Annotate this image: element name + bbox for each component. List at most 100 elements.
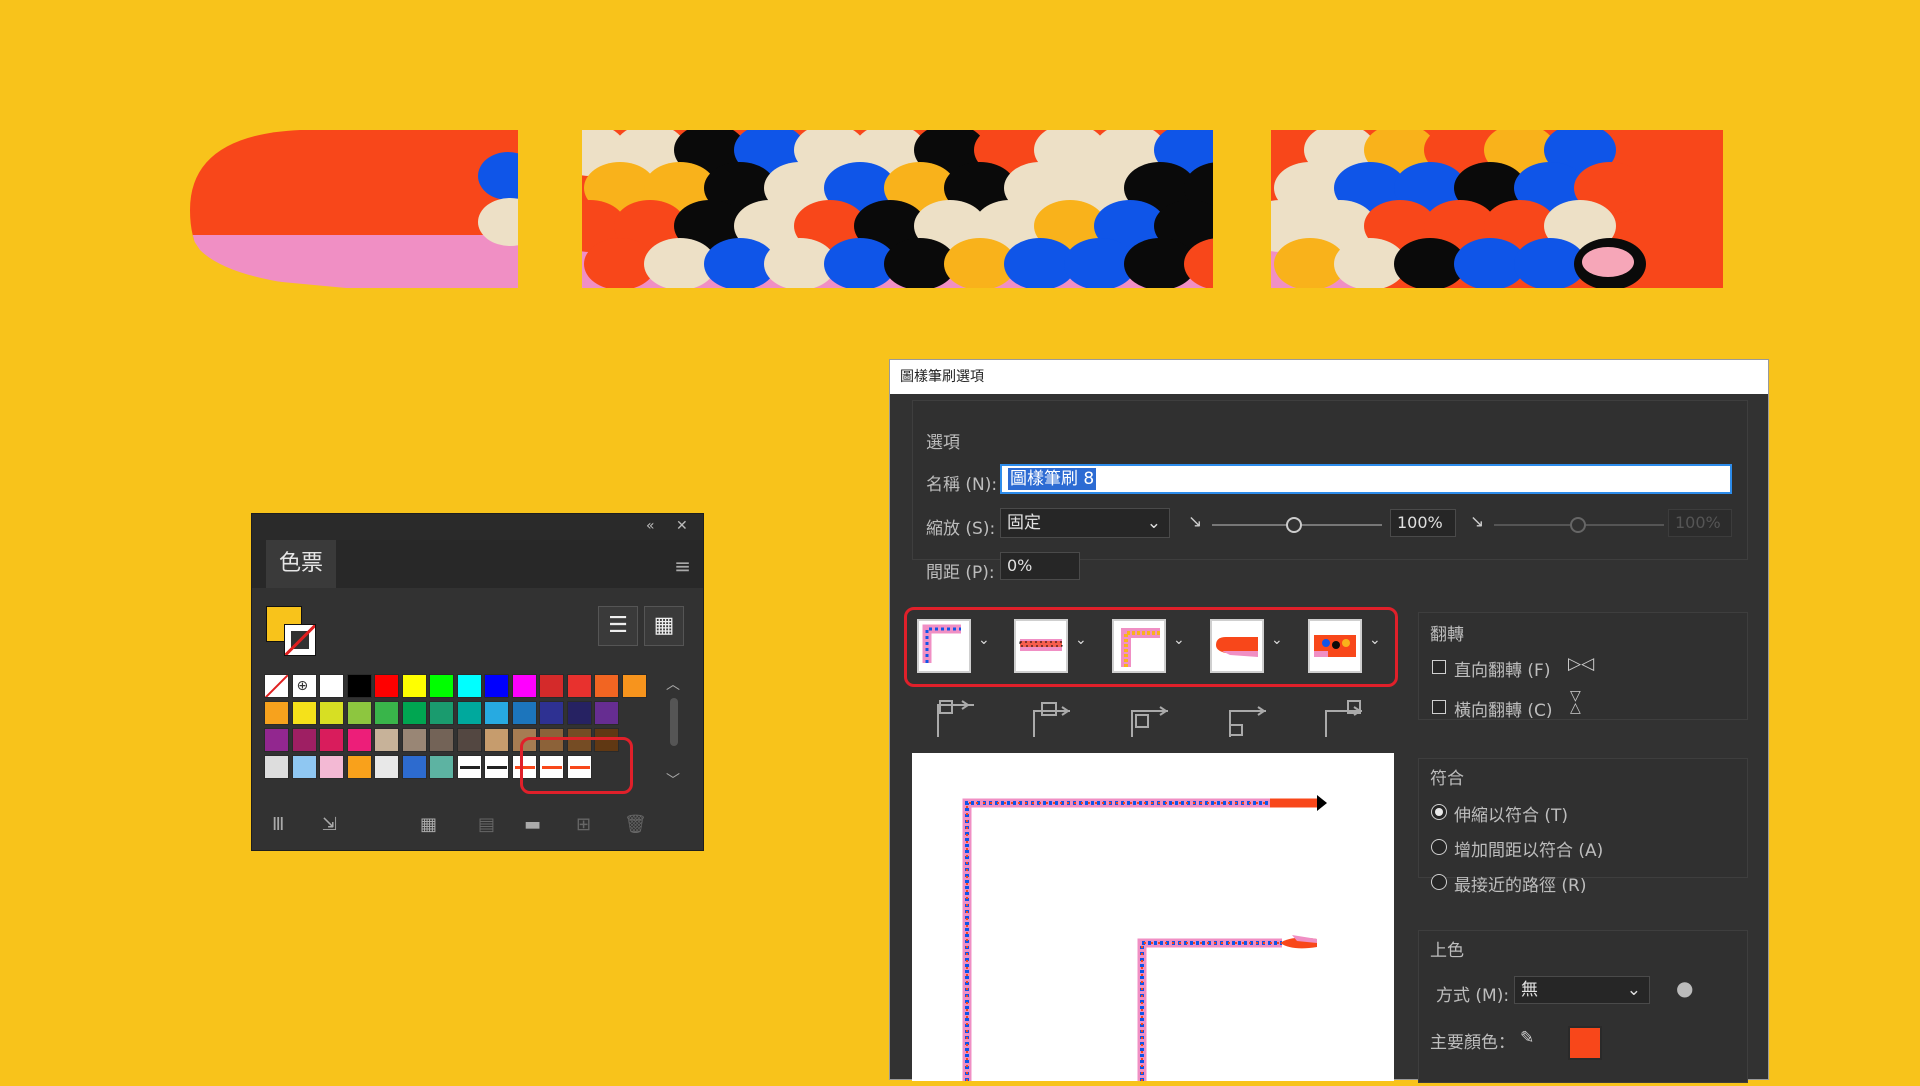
- scale-percent-field[interactable]: 100%: [1390, 509, 1456, 537]
- new-folder-icon[interactable]: ▬: [524, 814, 541, 835]
- swatch-scrollbar[interactable]: ︿ ﹀: [664, 674, 684, 794]
- swatch-cell[interactable]: [319, 728, 344, 752]
- swatch-cell[interactable]: [346, 701, 372, 725]
- swatch-cell[interactable]: [456, 674, 482, 698]
- eyedropper-icon[interactable]: ✎: [1520, 1028, 1534, 1048]
- chevron-down-icon[interactable]: ⌄: [1369, 632, 1381, 648]
- end-tile-spot: [1582, 247, 1634, 277]
- scale-slider[interactable]: [1212, 517, 1382, 533]
- new-swatch-icon[interactable]: ⊞: [576, 814, 591, 835]
- outer-corner-icon: [937, 700, 974, 737]
- name-label: 名稱 (N):: [926, 475, 998, 495]
- pattern-swatch-cell[interactable]: [346, 755, 372, 779]
- swatch-cell[interactable]: [511, 701, 537, 725]
- swatch-cell[interactable]: [566, 674, 592, 698]
- fit-approximate-label: 最接近的路徑 (R): [1454, 876, 1587, 896]
- swatch-cell[interactable]: ⊕: [291, 674, 317, 698]
- list-view-icon[interactable]: ☰: [598, 606, 638, 646]
- flip-vertical-label: 直向翻轉 (F): [1454, 661, 1551, 681]
- tips-lightbulb-icon[interactable]: ●: [1676, 976, 1693, 1000]
- swatch-cell[interactable]: [484, 728, 509, 752]
- outer-corner-tile-icon[interactable]: [917, 619, 971, 673]
- pattern-swatch-cell[interactable]: [291, 755, 317, 779]
- swatch-cell[interactable]: [374, 674, 399, 698]
- swatch-cell[interactable]: [429, 701, 454, 725]
- colorization-group: [1418, 930, 1748, 1083]
- fit-approximate-radio[interactable]: [1431, 874, 1447, 890]
- flip-horizontal-checkbox[interactable]: [1432, 700, 1446, 714]
- pattern-swatch-cell[interactable]: [484, 755, 509, 779]
- swatch-cell[interactable]: [319, 701, 344, 725]
- swatch-cell[interactable]: [621, 674, 647, 698]
- grid-view-icon[interactable]: ▦: [644, 606, 684, 646]
- spacing-field[interactable]: 0%: [1000, 552, 1080, 580]
- swatch-cell[interactable]: [539, 674, 564, 698]
- swatch-cell[interactable]: [456, 701, 482, 725]
- flip-vertical-checkbox[interactable]: [1432, 660, 1446, 674]
- scale-percent-field-disabled: 100%: [1668, 509, 1732, 537]
- swatch-cell[interactable]: [429, 674, 454, 698]
- swatch-cell[interactable]: [566, 701, 592, 725]
- pattern-swatch-cell[interactable]: [319, 755, 344, 779]
- place-swatches-icon[interactable]: ⇲: [322, 814, 337, 835]
- chevron-down-icon[interactable]: ⌄: [978, 632, 990, 648]
- hamburger-menu-icon[interactable]: ≡: [674, 554, 691, 578]
- chevron-down-icon[interactable]: ⌄: [1075, 632, 1087, 648]
- fit-stretch-radio[interactable]: [1431, 804, 1447, 820]
- panel-titlebar[interactable]: « ✕: [252, 514, 703, 540]
- swatch-cell[interactable]: [264, 701, 289, 725]
- swatch-cell[interactable]: [264, 674, 289, 698]
- tab-swatches[interactable]: 色票: [266, 540, 336, 588]
- swatch-cell[interactable]: [291, 728, 317, 752]
- close-icon[interactable]: ✕: [676, 518, 688, 534]
- key-color-swatch[interactable]: [1568, 1026, 1602, 1060]
- inner-corner-tile-icon[interactable]: [1112, 619, 1166, 673]
- colorization-group-label: 上色: [1430, 941, 1464, 961]
- swatch-cell[interactable]: [539, 701, 564, 725]
- swatch-cell[interactable]: [264, 728, 289, 752]
- scale-slider-disabled: [1494, 517, 1664, 533]
- scale-max-icon: ↘: [1470, 512, 1485, 532]
- swatch-options-icon[interactable]: ▦: [420, 814, 437, 835]
- chevron-down-icon[interactable]: ⌄: [1271, 632, 1283, 648]
- swatch-cell[interactable]: [511, 674, 537, 698]
- swatch-cell[interactable]: [401, 728, 427, 752]
- pattern-swatch-cell[interactable]: [374, 755, 399, 779]
- end-icon: [1325, 700, 1362, 737]
- side-tile-icon[interactable]: [1014, 619, 1068, 673]
- stroke-swatch[interactable]: [284, 624, 316, 656]
- pattern-swatch-cell[interactable]: [429, 755, 454, 779]
- name-input[interactable]: 圖樣筆刷 8: [1000, 464, 1732, 494]
- dialog-title: 圖樣筆刷選項: [890, 360, 1768, 394]
- swatch-cell[interactable]: [291, 701, 317, 725]
- swatch-cell[interactable]: [401, 701, 427, 725]
- swatch-cell[interactable]: [346, 728, 372, 752]
- brush-preview: [912, 753, 1394, 1081]
- swatch-cell[interactable]: [374, 701, 399, 725]
- side-tile-scales: [582, 130, 1213, 288]
- swatch-cell[interactable]: [429, 728, 454, 752]
- swatch-cell[interactable]: [594, 701, 619, 725]
- fill-stroke-indicator[interactable]: [266, 606, 322, 662]
- end-tile-icon[interactable]: [1308, 619, 1362, 673]
- scale-select[interactable]: 固定 ⌄: [1000, 508, 1170, 538]
- start-tile-icon[interactable]: [1210, 619, 1264, 673]
- delete-icon[interactable]: 🗑: [624, 814, 647, 835]
- pattern-swatch-cell[interactable]: [264, 755, 289, 779]
- swatch-cell[interactable]: [346, 674, 372, 698]
- swatch-cell[interactable]: [594, 674, 619, 698]
- swatch-cell[interactable]: [484, 674, 509, 698]
- chevron-down-icon[interactable]: ⌄: [1173, 632, 1185, 648]
- method-select[interactable]: 無 ⌄: [1514, 976, 1650, 1004]
- swatch-libraries-icon[interactable]: Ⅲ: [272, 814, 284, 835]
- swatch-cell[interactable]: [484, 701, 509, 725]
- double-chevron-left-icon[interactable]: «: [646, 518, 655, 534]
- swatch-cell[interactable]: [319, 674, 344, 698]
- fit-add-space-radio[interactable]: [1431, 839, 1447, 855]
- swatch-cell[interactable]: [456, 728, 482, 752]
- swatch-cell[interactable]: [401, 674, 427, 698]
- pattern-swatch-cell[interactable]: [456, 755, 482, 779]
- pattern-swatch-cell[interactable]: [401, 755, 427, 779]
- new-color-group-icon[interactable]: ▤: [478, 814, 495, 835]
- swatch-cell[interactable]: [374, 728, 399, 752]
